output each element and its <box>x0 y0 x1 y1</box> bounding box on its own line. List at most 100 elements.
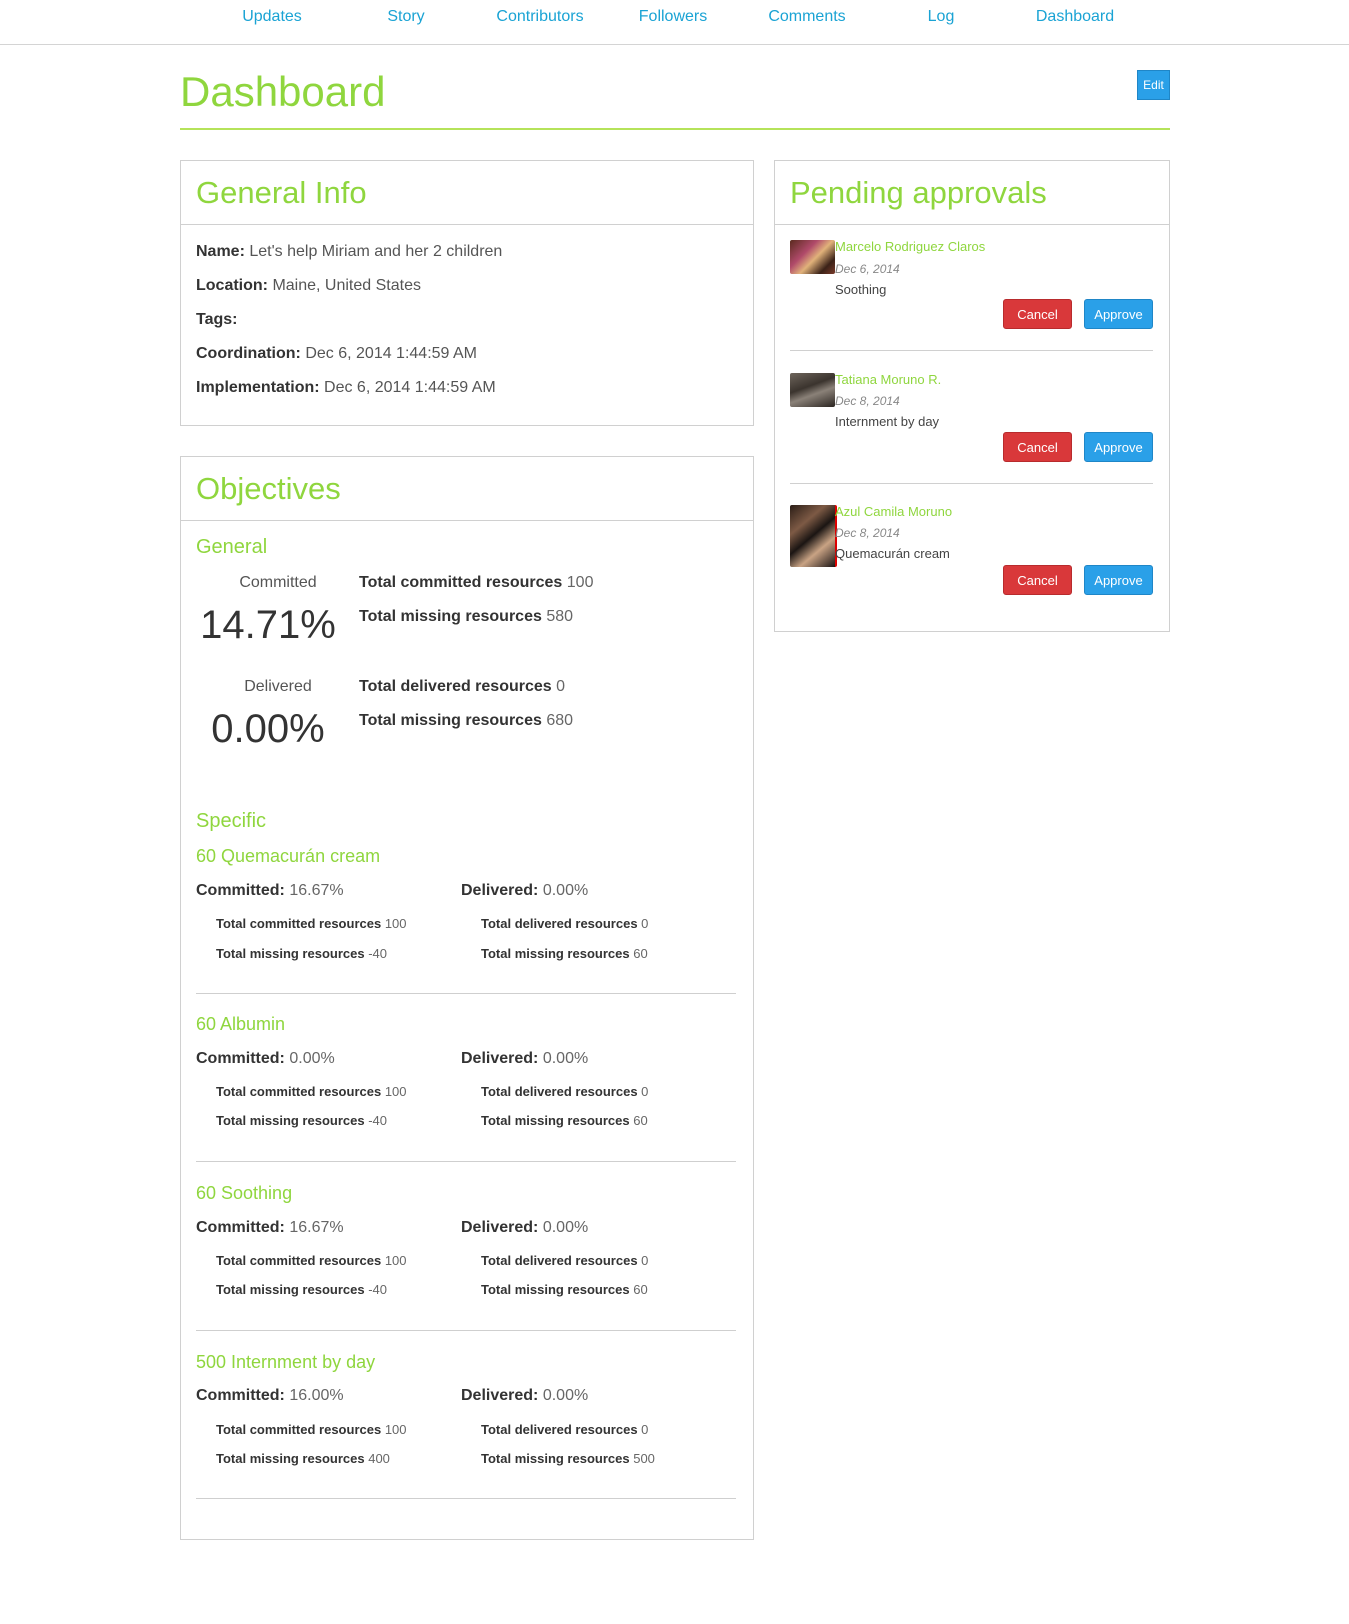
nav-followers[interactable]: Followers <box>639 8 707 26</box>
info-coordination-label: Coordination: <box>196 345 301 362</box>
committed-value: 16.67% <box>289 882 344 899</box>
specific-committed-missing: Total missing resources -40 <box>216 1282 387 1297</box>
total-committed-label: Total committed resources <box>216 1422 382 1437</box>
specific-committed-missing: Total missing resources -40 <box>216 1113 387 1128</box>
avatar <box>790 505 837 567</box>
edit-button[interactable]: Edit <box>1137 70 1170 100</box>
total-missing-label: Total missing resources <box>481 1282 630 1297</box>
nav-dashboard[interactable]: Dashboard <box>1036 8 1114 26</box>
nav-comments[interactable]: Comments <box>768 8 845 26</box>
general-total-committed: Total committed resources 100 <box>359 574 593 592</box>
specific-delivered-missing: Total missing resources 60 <box>481 1282 648 1297</box>
specific-total-committed: Total committed resources 100 <box>216 1253 407 1268</box>
specific-delivered-missing: Total missing resources 60 <box>481 946 648 961</box>
specific-title: 500 Internment by day <box>196 1352 376 1372</box>
specific-total-committed: Total committed resources 100 <box>216 916 407 931</box>
general-objectives-label: General <box>196 536 268 558</box>
total-committed-value: 100 <box>384 1422 407 1437</box>
general-delivered-missing: Total missing resources 680 <box>359 712 573 730</box>
specific-delivered: Delivered: 0.00% <box>461 882 588 900</box>
info-name-value: Let's help Miriam and her 2 children <box>249 243 503 260</box>
specific-committed: Committed: 16.00% <box>196 1387 344 1405</box>
specific-divider <box>196 1330 736 1331</box>
nav-updates[interactable]: Updates <box>242 8 302 26</box>
info-tags-row: Tags: <box>196 311 237 329</box>
specific-total-delivered: Total delivered resources 0 <box>481 1253 648 1268</box>
info-implementation-value: Dec 6, 2014 1:44:59 AM <box>324 379 496 396</box>
delivered-label: Delivered: <box>461 1387 539 1404</box>
specific-total-committed: Total committed resources 100 <box>216 1422 407 1437</box>
committed-caption: Committed <box>239 574 317 591</box>
general-total-committed-value: 100 <box>566 574 594 591</box>
nav-contributors[interactable]: Contributors <box>496 8 583 26</box>
delivered-value: 0.00% <box>542 882 589 899</box>
total-missing-value: -40 <box>368 946 388 961</box>
objectives-heading: Objectives <box>196 471 341 506</box>
cancel-button[interactable]: Cancel <box>1003 299 1072 329</box>
general-delivered-missing-value: 680 <box>546 712 574 729</box>
total-delivered-value: 0 <box>641 1422 649 1437</box>
approval-item: Soothing <box>835 282 887 297</box>
cancel-button[interactable]: Cancel <box>1003 432 1072 462</box>
approve-button[interactable]: Approve <box>1084 565 1153 595</box>
info-implementation-label: Implementation: <box>196 379 320 396</box>
general-total-delivered-label: Total delivered resources <box>359 678 552 695</box>
delivered-label: Delivered: <box>461 882 539 899</box>
total-missing-value: 60 <box>633 1113 648 1128</box>
specific-delivered: Delivered: 0.00% <box>461 1050 588 1068</box>
top-nav: Updates Story Contributors Followers Com… <box>0 0 1349 45</box>
pending-approvals-heading: Pending approvals <box>790 175 1047 210</box>
total-missing-label: Total missing resources <box>216 1451 365 1466</box>
specific-total-delivered: Total delivered resources 0 <box>481 1422 648 1437</box>
total-delivered-label: Total delivered resources <box>481 1084 638 1099</box>
total-missing-label: Total missing resources <box>481 1113 630 1128</box>
total-missing-value: 60 <box>633 946 648 961</box>
delivered-value: 0.00% <box>542 1219 589 1236</box>
nav-log[interactable]: Log <box>928 8 955 26</box>
approve-button[interactable]: Approve <box>1084 432 1153 462</box>
approval-requester-name[interactable]: Marcelo Rodriguez Claros <box>835 239 985 254</box>
specific-committed: Committed: 16.67% <box>196 882 344 900</box>
specific-delivered: Delivered: 0.00% <box>461 1387 588 1405</box>
general-info-heading: General Info <box>196 175 367 210</box>
total-committed-value: 100 <box>384 1253 407 1268</box>
general-info-header: General Info <box>181 161 753 225</box>
total-missing-value: -40 <box>368 1282 388 1297</box>
total-delivered-label: Total delivered resources <box>481 916 638 931</box>
specific-committed-missing: Total missing resources 400 <box>216 1451 390 1466</box>
approval-divider <box>790 483 1153 484</box>
delivered-value: 0.00% <box>542 1387 589 1404</box>
specific-committed: Committed: 0.00% <box>196 1050 335 1068</box>
title-divider <box>180 128 1170 130</box>
approval-requester-name[interactable]: Tatiana Moruno R. <box>835 372 941 387</box>
objectives-header: Objectives <box>181 457 753 521</box>
committed-percent: 14.71% <box>200 603 336 647</box>
total-missing-label: Total missing resources <box>216 1113 365 1128</box>
approval-item: Internment by day <box>835 414 940 429</box>
pending-approvals-header: Pending approvals <box>775 161 1169 225</box>
total-missing-value: 500 <box>633 1451 655 1466</box>
delivered-percent: 0.00% <box>211 707 325 751</box>
committed-value: 16.00% <box>289 1387 344 1404</box>
approval-divider <box>790 350 1153 351</box>
page-title: Dashboard <box>180 68 386 115</box>
total-missing-label: Total missing resources <box>216 1282 365 1297</box>
specific-divider <box>196 993 736 994</box>
approve-button[interactable]: Approve <box>1084 299 1153 329</box>
nav-story[interactable]: Story <box>387 8 424 26</box>
specific-delivered: Delivered: 0.00% <box>461 1219 588 1237</box>
delivered-label: Delivered: <box>461 1219 539 1236</box>
delivered-label: Delivered: <box>461 1050 539 1067</box>
approval-requester-name[interactable]: Azul Camila Moruno <box>835 504 952 519</box>
specific-total-delivered: Total delivered resources 0 <box>481 1084 648 1099</box>
total-committed-label: Total committed resources <box>216 916 382 931</box>
info-coordination-row: Coordination: Dec 6, 2014 1:44:59 AM <box>196 345 477 363</box>
total-delivered-label: Total delivered resources <box>481 1253 638 1268</box>
pending-approvals-panel: Pending approvals Marcelo Rodriguez Clar… <box>774 160 1170 632</box>
total-missing-value: -40 <box>368 1113 388 1128</box>
general-total-delivered: Total delivered resources 0 <box>359 678 565 696</box>
approval-date: Dec 6, 2014 <box>835 262 900 276</box>
specific-total-delivered: Total delivered resources 0 <box>481 916 648 931</box>
cancel-button[interactable]: Cancel <box>1003 565 1072 595</box>
objectives-panel: Objectives General Committed 14.71% Tota… <box>180 456 754 1540</box>
